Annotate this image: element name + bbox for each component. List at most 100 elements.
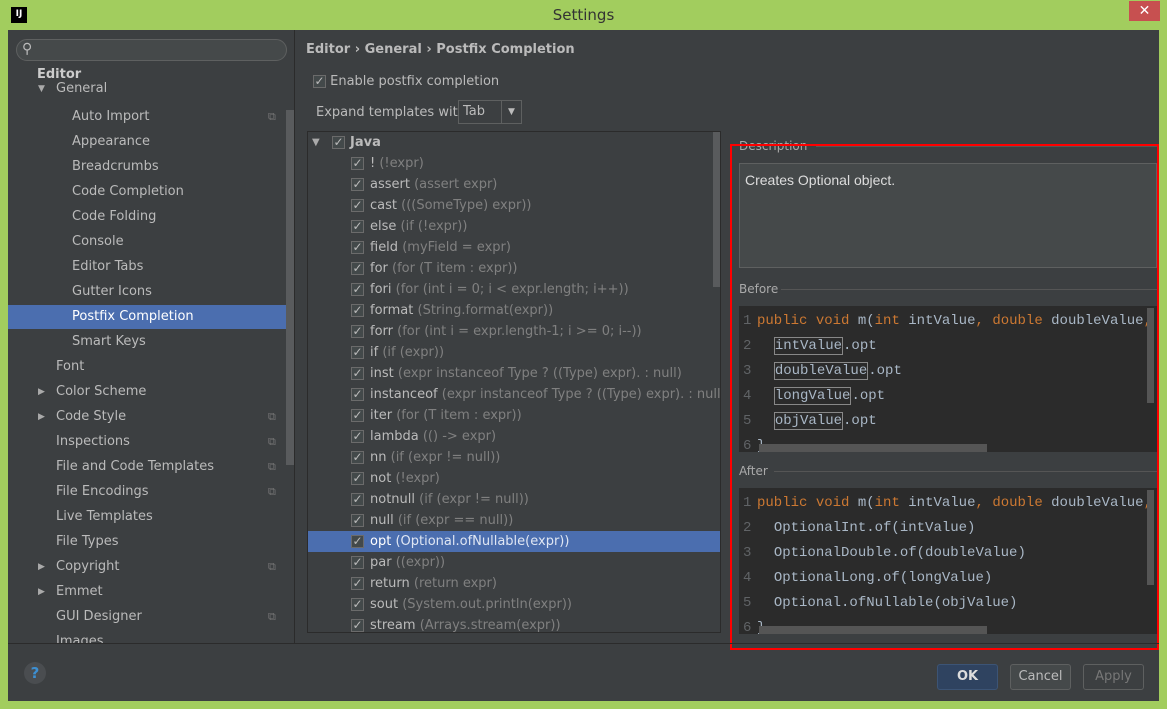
project-settings-icon: ⧉	[268, 435, 276, 448]
checkbox-icon[interactable]: ✓	[351, 178, 364, 191]
checkbox-icon[interactable]: ✓	[351, 430, 364, 443]
cancel-button[interactable]: Cancel	[1010, 664, 1071, 690]
template-row[interactable]: ✓ par ((expr))	[308, 552, 720, 573]
template-row[interactable]: ✓ instanceof (expr instanceof Type ? ((Ty…	[308, 384, 720, 405]
sidebar-item[interactable]: Images	[8, 630, 294, 643]
template-label: ! (!expr)	[370, 153, 424, 174]
sidebar-item[interactable]: ▶ Emmet	[8, 580, 294, 604]
sidebar-item[interactable]: File Encodings ⧉	[8, 480, 294, 504]
checkbox-icon[interactable]: ✓	[351, 304, 364, 317]
checkbox-icon[interactable]: ✓	[351, 262, 364, 275]
template-row[interactable]: ✓ not (!expr)	[308, 468, 720, 489]
template-row[interactable]: ✓ stream (Arrays.stream(expr))	[308, 615, 720, 632]
help-button[interactable]: ?	[24, 662, 46, 684]
checkbox-icon[interactable]: ✓	[351, 451, 364, 464]
expand-arrow-icon[interactable]: ▼	[312, 132, 320, 153]
checkbox-icon[interactable]: ✓	[351, 346, 364, 359]
checkbox-icon[interactable]: ✓	[351, 619, 364, 632]
template-row[interactable]: ✓ inst (expr instanceof Type ? ((Type) ex…	[308, 363, 720, 384]
project-settings-icon: ⧉	[268, 460, 276, 473]
sidebar-item[interactable]: Breadcrumbs	[8, 155, 294, 179]
template-key: opt	[370, 534, 392, 549]
sidebar-item[interactable]: Auto Import ⧉	[8, 105, 294, 129]
sidebar-item[interactable]: Postfix Completion	[8, 305, 294, 329]
sidebar-item[interactable]: ▼ General	[8, 81, 294, 97]
sidebar-item[interactable]: ▶ Copyright ⧉	[8, 555, 294, 579]
template-row[interactable]: ✓ null (if (expr == null))	[308, 510, 720, 531]
sidebar-item-label: Gutter Icons	[72, 284, 152, 299]
apply-button[interactable]: Apply	[1083, 664, 1144, 690]
checkbox-icon[interactable]: ✓	[351, 241, 364, 254]
close-button[interactable]: ✕	[1129, 1, 1160, 21]
sidebar-item[interactable]: Font	[8, 355, 294, 379]
template-row[interactable]: ✓ field (myField = expr)	[308, 237, 720, 258]
checkbox-icon[interactable]: ✓	[332, 136, 345, 149]
sidebar-item-label: Breadcrumbs	[72, 159, 159, 174]
template-row[interactable]: ✓ forr (for (int i = expr.length-1; i >= …	[308, 321, 720, 342]
tree-scrollbar[interactable]	[713, 132, 720, 287]
template-row[interactable]: ✓ if (if (expr))	[308, 342, 720, 363]
sidebar-item[interactable]: ▶ Color Scheme	[8, 380, 294, 404]
template-row[interactable]: ✓ for (for (T item : expr))	[308, 258, 720, 279]
template-row[interactable]: ✓ opt (Optional.ofNullable(expr))	[308, 531, 720, 552]
sidebar-item[interactable]: Code Completion	[8, 180, 294, 204]
collapsed-arrow-icon[interactable]: ▶	[38, 380, 45, 404]
checkbox-icon[interactable]: ✓	[351, 325, 364, 338]
sidebar-item[interactable]: Console	[8, 230, 294, 254]
template-row[interactable]: ✓ notnull (if (expr != null))	[308, 489, 720, 510]
collapsed-arrow-icon[interactable]: ▶	[38, 580, 45, 604]
checkbox-icon[interactable]: ✓	[351, 220, 364, 233]
checkbox-icon[interactable]: ✓	[351, 514, 364, 527]
template-description: (if (expr != null))	[419, 492, 529, 507]
sidebar-item[interactable]: File Types	[8, 530, 294, 554]
checkbox-icon[interactable]: ✓	[351, 283, 364, 296]
sidebar-item[interactable]: Editor Tabs	[8, 255, 294, 279]
sidebar-item[interactable]: Smart Keys	[8, 330, 294, 354]
template-row[interactable]: ✓ fori (for (int i = 0; i < expr.length; …	[308, 279, 720, 300]
checkbox-icon[interactable]: ✓	[351, 199, 364, 212]
sidebar-scrollbar[interactable]	[286, 110, 294, 465]
template-row[interactable]: ✓ format (String.format(expr))	[308, 300, 720, 321]
collapsed-arrow-icon[interactable]: ▶	[38, 405, 45, 429]
template-row[interactable]: ✓ iter (for (T item : expr))	[308, 405, 720, 426]
template-row[interactable]: ✓ else (if (!expr))	[308, 216, 720, 237]
expanded-arrow-icon[interactable]: ▼	[38, 81, 45, 97]
checkbox-icon[interactable]: ✓	[351, 556, 364, 569]
checkbox-icon[interactable]: ✓	[351, 577, 364, 590]
expand-templates-select[interactable]: Tab ▼	[458, 100, 522, 124]
checkbox-icon[interactable]: ✓	[351, 598, 364, 611]
sidebar-item[interactable]: ▶ Code Style ⧉	[8, 405, 294, 429]
collapsed-arrow-icon[interactable]: ▶	[38, 555, 45, 579]
sidebar-item[interactable]: Code Folding	[8, 205, 294, 229]
checkbox-icon[interactable]: ✓	[351, 157, 364, 170]
template-row[interactable]: ✓ return (return expr)	[308, 573, 720, 594]
template-key: for	[370, 261, 388, 276]
template-row[interactable]: ✓ ! (!expr)	[308, 153, 720, 174]
breadcrumb-item: Postfix Completion	[436, 42, 575, 57]
select-value: Tab	[463, 104, 486, 119]
checkbox-icon[interactable]: ✓	[351, 388, 364, 401]
sidebar-item[interactable]: Live Templates	[8, 505, 294, 529]
sidebar-item[interactable]: Appearance	[8, 130, 294, 154]
checkbox-icon[interactable]: ✓	[351, 535, 364, 548]
checkbox-icon[interactable]: ✓	[351, 367, 364, 380]
checkbox-icon[interactable]: ✓	[351, 472, 364, 485]
sidebar-item[interactable]: File and Code Templates ⧉	[8, 455, 294, 479]
sidebar-item-label: Smart Keys	[72, 334, 146, 349]
checkbox-icon[interactable]: ✓	[351, 493, 364, 506]
template-row[interactable]: ✓ sout (System.out.println(expr))	[308, 594, 720, 615]
template-row[interactable]: ✓ assert (assert expr)	[308, 174, 720, 195]
checkbox-icon[interactable]: ✓	[351, 409, 364, 422]
template-row[interactable]: ✓ cast (((SomeType) expr))	[308, 195, 720, 216]
sidebar-item[interactable]: Inspections ⧉	[8, 430, 294, 454]
sidebar-item[interactable]: GUI Designer ⧉	[8, 605, 294, 629]
tree-group-java[interactable]: ▼ ✓ Java	[308, 132, 720, 153]
template-description: (for (T item : expr))	[392, 261, 518, 276]
ok-button[interactable]: OK	[937, 664, 998, 690]
search-input[interactable]: ⚲	[16, 39, 287, 61]
template-row[interactable]: ✓ nn (if (expr != null))	[308, 447, 720, 468]
template-row[interactable]: ✓ lambda (() -> expr)	[308, 426, 720, 447]
template-description: (return expr)	[413, 576, 497, 591]
enable-postfix-checkbox[interactable]: ✓ Enable postfix completion	[313, 74, 499, 89]
sidebar-item[interactable]: Gutter Icons	[8, 280, 294, 304]
